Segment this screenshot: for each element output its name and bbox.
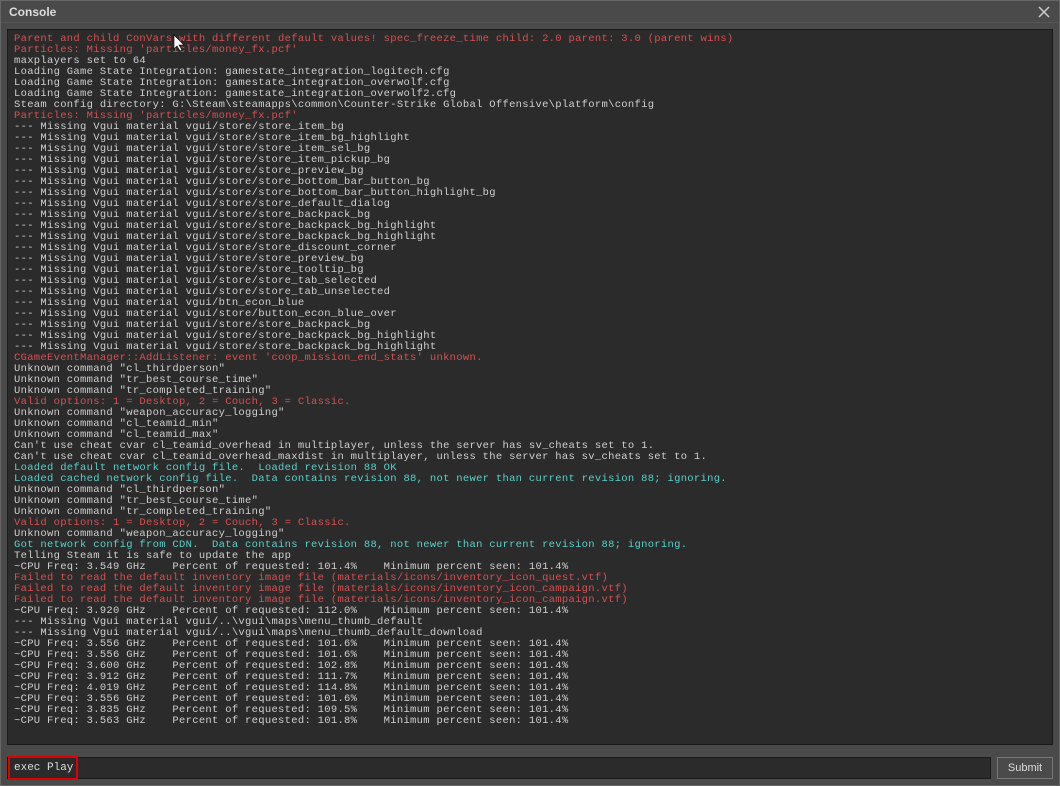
console-line: Particles: Missing 'particles/money_fx.p… [14,45,1046,56]
window-title: Console [9,5,56,19]
console-window: Console Parent and child ConVars with di… [0,0,1060,786]
title-bar: Console [1,1,1059,23]
console-line: ~CPU Freq: 3.563 GHz Percent of requeste… [14,716,1046,727]
console-output[interactable]: Parent and child ConVars with different … [7,29,1053,745]
close-icon[interactable] [1037,5,1051,19]
submit-button[interactable]: Submit [997,757,1053,779]
input-row: Submit [1,751,1059,785]
console-input[interactable] [7,757,991,779]
